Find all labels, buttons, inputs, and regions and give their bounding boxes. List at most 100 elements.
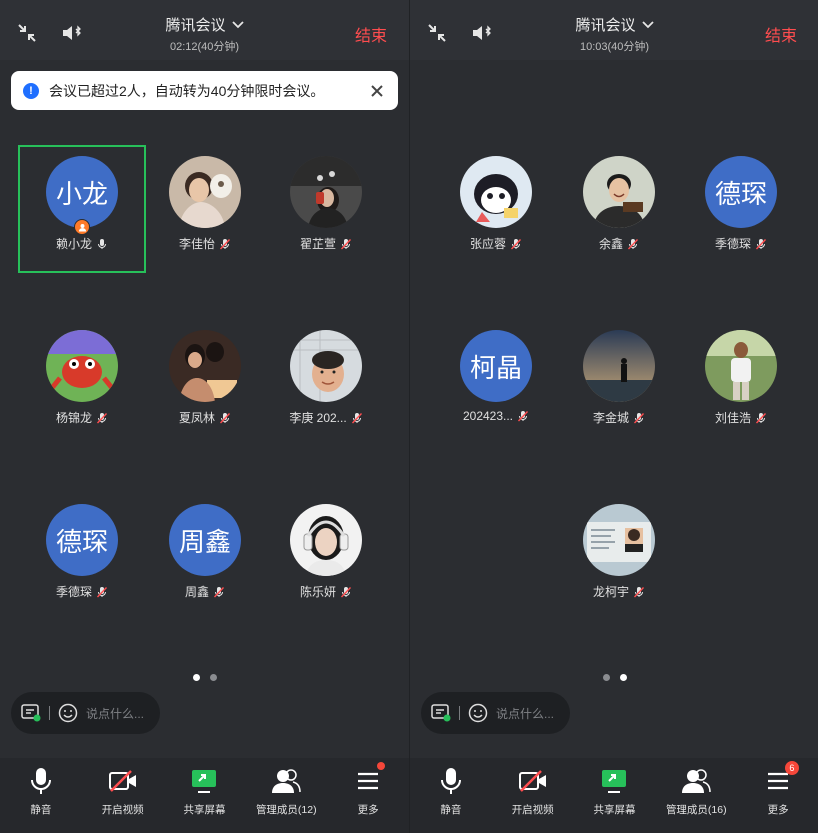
toolbar-label: 共享屏幕 <box>183 804 226 816</box>
mic-icon <box>436 766 466 796</box>
page-dot[interactable] <box>209 674 217 681</box>
toolbar-label: 开启视频 <box>511 804 554 816</box>
chat-input-bar[interactable]: 说点什么... <box>11 692 160 734</box>
mic-muted-icon <box>219 412 231 424</box>
avatar <box>290 156 362 228</box>
mic-muted-icon <box>340 238 352 250</box>
participant-tile[interactable]: 翟芷萱 <box>265 156 387 253</box>
mic-muted-icon <box>340 586 352 598</box>
participant-tile[interactable]: 夏凤林 <box>144 330 266 427</box>
participant-tile[interactable]: 小龙 赖小龙 <box>21 156 143 253</box>
participant-tile[interactable]: 李庚 202... <box>265 330 387 427</box>
meeting-timer: 02:12(40分钟) <box>169 41 240 53</box>
mic-icon <box>26 766 56 796</box>
more-button[interactable]: 更多 <box>327 758 409 833</box>
start-video-button[interactable]: 开启视频 <box>492 758 574 833</box>
video-off-icon <box>108 766 138 796</box>
avatar-initials: 柯晶 <box>469 352 522 383</box>
participant-tile[interactable]: 德琛 季德琛 <box>21 504 143 601</box>
mic-on-icon <box>96 238 108 250</box>
avatar: 柯晶 <box>460 330 532 402</box>
video-off-icon <box>518 766 548 796</box>
close-icon[interactable] <box>368 82 386 100</box>
chat-bubble-icon[interactable] <box>21 704 41 722</box>
participant-tile[interactable]: 李金城 <box>558 330 680 427</box>
participant-tile[interactable]: 刘佳浩 <box>680 330 802 427</box>
mic-muted-icon <box>510 238 522 250</box>
page-dot[interactable] <box>619 674 627 681</box>
toolbar-label: 静音 <box>30 804 52 816</box>
members-icon <box>681 766 712 796</box>
members-icon <box>271 766 302 796</box>
participant-name: 季德琛 <box>714 237 751 251</box>
avatar-initials: 周鑫 <box>178 526 231 557</box>
participant-tile[interactable]: 德琛 季德琛 <box>680 156 802 253</box>
manage-members-button[interactable]: 管理成员(16) <box>655 758 737 833</box>
emoji-icon[interactable] <box>468 703 488 723</box>
end-meeting-button[interactable]: 结束 <box>355 22 387 46</box>
divider <box>49 706 50 720</box>
avatar <box>583 156 655 228</box>
mic-muted-icon <box>96 586 108 598</box>
meeting-panel-left: 腾讯会议 02:12(40分钟) 结束 ! 会议已超过2人，自动转为40分钟限时… <box>0 0 409 833</box>
participant-tile[interactable]: 张应蓉 <box>435 156 557 253</box>
share-screen-button[interactable]: 共享屏幕 <box>574 758 656 833</box>
participant-name: 李庚 202... <box>289 411 347 425</box>
page-dot[interactable] <box>602 674 610 681</box>
toolbar-label: 更多 <box>767 804 789 816</box>
chat-bubble-icon[interactable] <box>431 704 451 722</box>
avatar-initials: 小龙 <box>55 178 108 209</box>
mic-muted-icon <box>351 412 363 424</box>
avatar-initials: 德琛 <box>714 178 767 209</box>
avatar <box>460 156 532 228</box>
avatar <box>583 330 655 402</box>
meeting-title-text: 腾讯会议 <box>575 17 636 34</box>
emoji-icon[interactable] <box>58 703 78 723</box>
limit-toast: ! 会议已超过2人，自动转为40分钟限时会议。 <box>11 71 398 110</box>
toolbar-label: 管理成员(12) <box>255 804 317 816</box>
participant-tile[interactable]: 周鑫 周鑫 <box>144 504 266 601</box>
page-dot[interactable] <box>192 674 200 681</box>
notification-badge: 6 <box>784 761 799 775</box>
start-video-button[interactable]: 开启视频 <box>82 758 164 833</box>
more-icon <box>353 766 383 796</box>
avatar: 小龙 <box>46 156 118 235</box>
page-indicator <box>410 674 818 681</box>
end-meeting-button[interactable]: 结束 <box>765 22 797 46</box>
share-screen-icon <box>599 766 629 796</box>
share-screen-button[interactable]: 共享屏幕 <box>164 758 246 833</box>
mic-muted-icon <box>219 238 231 250</box>
avatar-initials: 德琛 <box>55 526 108 557</box>
mic-muted-icon <box>633 586 645 598</box>
meeting-title[interactable]: 腾讯会议 <box>575 14 654 35</box>
avatar <box>290 504 362 576</box>
participant-name: 陈乐妍 <box>299 585 336 599</box>
meeting-timer: 10:03(40分钟) <box>579 41 650 53</box>
participant-tile[interactable]: 龙柯宇 <box>558 504 680 601</box>
participant-name: 龙柯宇 <box>592 585 629 599</box>
participant-tile[interactable]: 余鑫 <box>558 156 680 253</box>
chat-placeholder[interactable]: 说点什么... <box>86 705 144 722</box>
meeting-title[interactable]: 腾讯会议 <box>165 14 244 35</box>
avatar <box>46 330 118 402</box>
avatar <box>583 504 655 576</box>
mute-button[interactable]: 静音 <box>0 758 82 833</box>
chat-placeholder[interactable]: 说点什么... <box>496 705 554 722</box>
participant-tile[interactable]: 陈乐妍 <box>265 504 387 601</box>
participant-name: 余鑫 <box>598 237 623 251</box>
mute-button[interactable]: 静音 <box>410 758 492 833</box>
meeting-title-text: 腾讯会议 <box>165 17 226 34</box>
mic-muted-icon <box>96 412 108 424</box>
mic-muted-icon <box>633 412 645 424</box>
chat-input-bar[interactable]: 说点什么... <box>421 692 570 734</box>
notification-dot <box>376 762 385 770</box>
manage-members-button[interactable]: 管理成员(12) <box>245 758 327 833</box>
more-button[interactable]: 6 更多 <box>737 758 818 833</box>
share-screen-icon <box>189 766 219 796</box>
participant-tile[interactable]: 杨锦龙 <box>21 330 143 427</box>
participant-name: 202423... <box>462 409 514 423</box>
participant-tile[interactable]: 柯晶 202423... <box>435 330 557 425</box>
avatar: 德琛 <box>46 504 118 576</box>
bottom-toolbar: 静音 开启视频 共享屏幕 管理成员(16) 6 更多 <box>410 758 818 833</box>
participant-tile[interactable]: 李佳怡 <box>144 156 266 253</box>
